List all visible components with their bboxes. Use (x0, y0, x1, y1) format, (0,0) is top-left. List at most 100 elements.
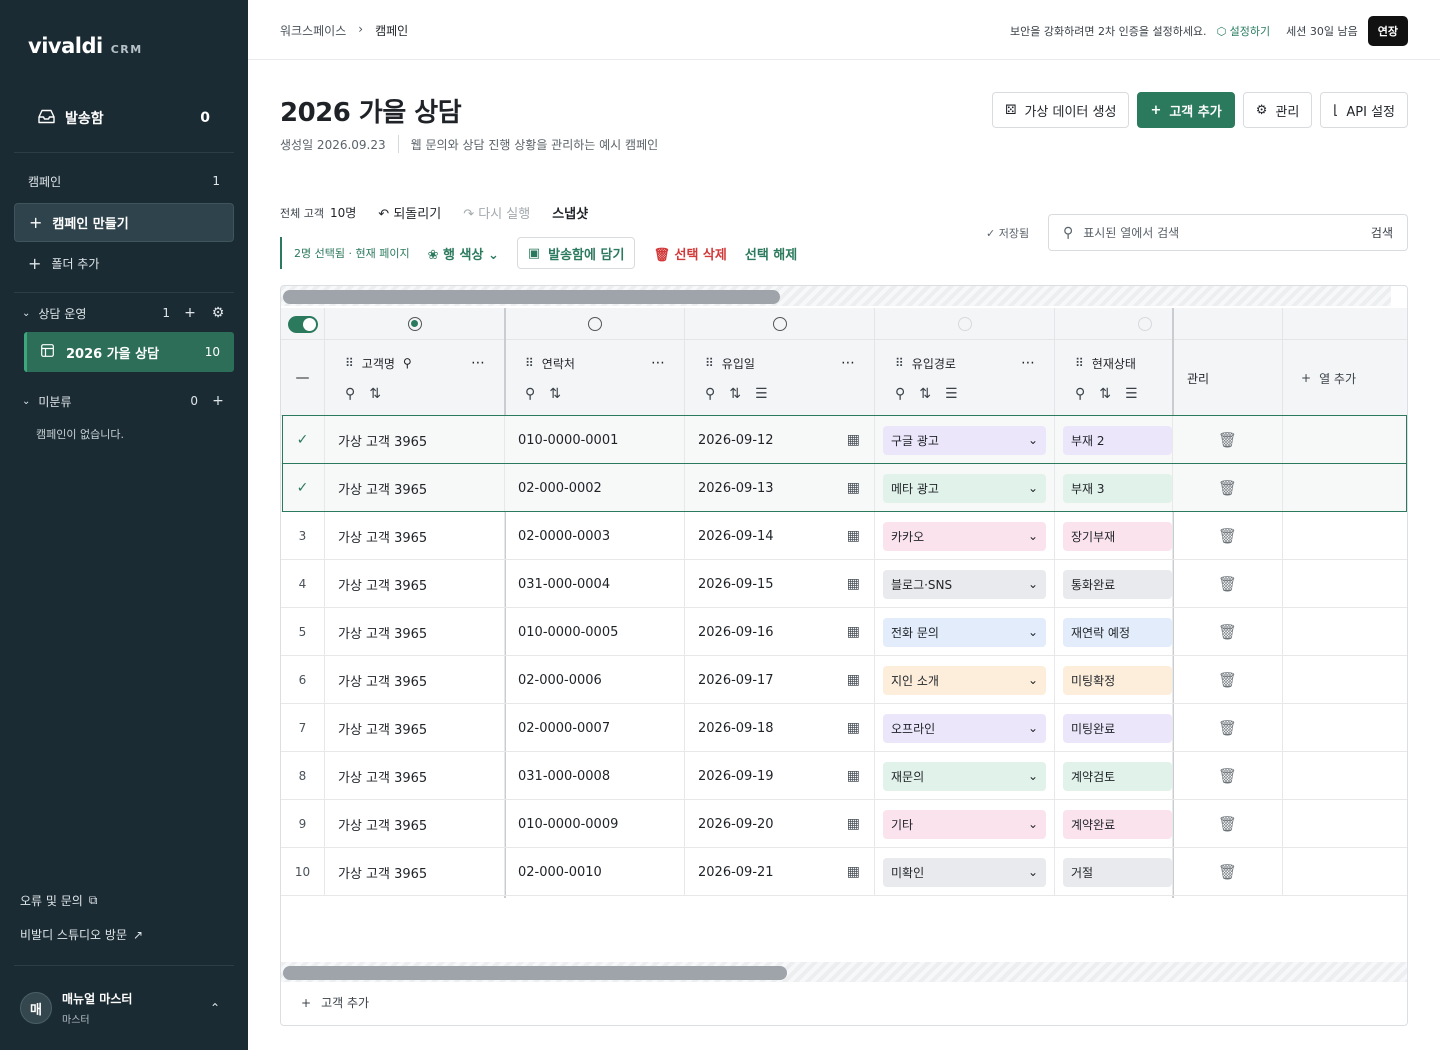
cell-name[interactable]: 가상 고객 3965 (325, 560, 505, 608)
cell-date[interactable]: 2026-09-20 ▦ (685, 800, 875, 848)
cell-phone[interactable]: 010-0000-0009 (505, 800, 685, 848)
cell-date[interactable]: 2026-09-14 ▦ (685, 512, 875, 560)
trash-icon[interactable]: 🗑 (1218, 671, 1237, 689)
cell-phone[interactable]: 02-000-0002 (505, 464, 685, 512)
cell-name[interactable]: 가상 고객 3965 (325, 608, 505, 656)
radio-button[interactable] (407, 317, 422, 331)
cell-name[interactable]: 가상 고객 3965 (325, 848, 505, 896)
cell-date[interactable]: 2026-09-19 ▦ (685, 752, 875, 800)
redo-button[interactable]: ↷ 다시 실행 (463, 203, 530, 222)
cell-source[interactable]: 미확인 ⌄ (875, 848, 1055, 896)
trash-icon[interactable]: 🗑 (1218, 623, 1237, 641)
row-index[interactable]: 4 (281, 560, 325, 608)
drag-handle-icon[interactable]: ⠿ (525, 356, 534, 370)
row-index[interactable]: 5 (281, 608, 325, 656)
calendar-icon[interactable]: ▦ (847, 624, 860, 640)
column-header-date[interactable]: ⠿ 유입일 ⋯ ⚲ ⇅ ☰ (685, 340, 875, 416)
search-icon[interactable]: ⚲ (895, 386, 905, 402)
cell-status[interactable]: 재연락 예정 (1055, 608, 1173, 656)
calendar-icon[interactable]: ▦ (847, 432, 860, 448)
drag-handle-icon[interactable]: ⠿ (1075, 356, 1084, 370)
sidebar-group-uncategorized[interactable]: ⌄ 미분류 0 + (14, 390, 234, 412)
search-icon[interactable]: ⚲ (525, 386, 535, 402)
cell-source[interactable]: 구글 광고 ⌄ (875, 416, 1055, 464)
search-input[interactable] (1083, 225, 1371, 240)
cell-name[interactable]: 가상 고객 3965 (325, 752, 505, 800)
source-select[interactable]: 미확인 ⌄ (883, 857, 1046, 887)
cell-date[interactable]: 2026-09-16 ▦ (685, 608, 875, 656)
manage-button[interactable]: ⚙ 관리 (1242, 92, 1313, 128)
view-toggle[interactable] (281, 308, 325, 340)
trash-icon[interactable]: 🗑 (1218, 431, 1237, 449)
cell-phone[interactable]: 010-0000-0005 (505, 608, 685, 656)
drag-handle-icon[interactable]: ⠿ (705, 356, 714, 370)
search-icon[interactable]: ⚲ (1075, 386, 1085, 402)
calendar-icon[interactable]: ▦ (847, 480, 860, 496)
status-select[interactable]: 통화완료 (1063, 569, 1172, 599)
delete-selected-button[interactable]: 🗑 선택 삭제 (653, 244, 726, 263)
cell-date[interactable]: 2026-09-18 ▦ (685, 704, 875, 752)
radio-button[interactable] (1137, 317, 1152, 331)
source-select[interactable]: 재문의 ⌄ (883, 761, 1046, 791)
calendar-icon[interactable]: ▦ (847, 816, 860, 832)
column-radio-name[interactable] (325, 308, 505, 340)
extend-session-button[interactable]: 연장 (1367, 16, 1408, 46)
column-header-source[interactable]: ⠿ 유입경로 ⋯ ⚲ ⇅ ☰ (875, 340, 1055, 416)
scrollbar-thumb[interactable] (283, 966, 787, 980)
filter-list-icon[interactable]: ☰ (1125, 386, 1138, 402)
row-index[interactable]: 10 (281, 848, 325, 896)
status-select[interactable]: 부재 3 (1063, 473, 1172, 503)
table-row[interactable]: 3 가상 고객 3965 02-0000-0003 2026-09-14 ▦ 카카오 ⌄ 장기… (281, 512, 1407, 560)
cell-date[interactable]: 2026-09-12 ▦ (685, 416, 875, 464)
sort-icon[interactable]: ⇅ (919, 386, 931, 402)
sort-icon[interactable]: ⇅ (1099, 386, 1111, 402)
radio-button[interactable] (587, 317, 602, 331)
source-select[interactable]: 메타 광고 ⌄ (883, 473, 1046, 503)
cell-source[interactable]: 재문의 ⌄ (875, 752, 1055, 800)
source-select[interactable]: 지인 소개 ⌄ (883, 665, 1046, 695)
plus-icon[interactable]: + (182, 305, 198, 321)
table-row[interactable]: ✓ 가상 고객 3965 010-0000-0001 2026-09-12 ▦ 구글 광고… (281, 416, 1407, 464)
filter-list-icon[interactable]: ☰ (945, 386, 958, 402)
row-index[interactable]: 3 (281, 512, 325, 560)
cell-name[interactable]: 가상 고객 3965 (325, 800, 505, 848)
column-radio-source[interactable] (875, 308, 1055, 340)
row-index[interactable]: 9 (281, 800, 325, 848)
cell-status[interactable]: 계약완료 (1055, 800, 1173, 848)
table-row[interactable]: 4 가상 고객 3965 031-000-0004 2026-09-15 ▦ 블로그·SN… (281, 560, 1407, 608)
trash-icon[interactable]: 🗑 (1218, 527, 1237, 545)
table-row[interactable]: 6 가상 고객 3965 02-000-0006 2026-09-17 ▦ 지인 소개 ⌄ 미… (281, 656, 1407, 704)
trash-icon[interactable]: 🗑 (1218, 575, 1237, 593)
cell-name[interactable]: 가상 고객 3965 (325, 416, 505, 464)
status-select[interactable]: 계약완료 (1063, 809, 1172, 839)
cell-phone[interactable]: 02-000-0006 (505, 656, 685, 704)
trash-icon[interactable]: 🗑 (1218, 815, 1237, 833)
snapshot-button[interactable]: 스냅샷 (552, 203, 588, 222)
source-select[interactable]: 블로그·SNS ⌄ (883, 569, 1046, 599)
select-all-toggle[interactable]: — (281, 340, 325, 416)
cell-name[interactable]: 가상 고객 3965 (325, 464, 505, 512)
calendar-icon[interactable]: ▦ (847, 768, 860, 784)
source-select[interactable]: 전화 문의 ⌄ (883, 617, 1046, 647)
chevron-down-icon[interactable]: ⌄ (22, 396, 30, 407)
trash-icon[interactable]: 🗑 (1218, 863, 1237, 881)
status-select[interactable]: 계약검토 (1063, 761, 1172, 791)
trash-icon[interactable]: 🗑 (1218, 767, 1237, 785)
cell-source[interactable]: 오프라인 ⌄ (875, 704, 1055, 752)
add-to-outbox-button[interactable]: ▣ 발송함에 담기 (516, 237, 636, 269)
cell-status[interactable]: 미팅확정 (1055, 656, 1173, 704)
cell-name[interactable]: 가상 고객 3965 (325, 656, 505, 704)
cell-source[interactable]: 카카오 ⌄ (875, 512, 1055, 560)
clear-selection-button[interactable]: 선택 해제 (745, 244, 797, 263)
trash-icon[interactable]: 🗑 (1218, 479, 1237, 497)
cell-phone[interactable]: 02-0000-0003 (505, 512, 685, 560)
toggle-switch[interactable] (287, 315, 318, 333)
gear-icon[interactable]: ⚙ (210, 305, 226, 321)
cell-status[interactable]: 거절 (1055, 848, 1173, 896)
check-icon[interactable]: ✓ (297, 432, 309, 448)
horizontal-scrollbar-bottom[interactable] (281, 962, 1407, 982)
sidebar-outbox[interactable]: 발송함 0 (14, 98, 234, 138)
cell-status[interactable]: 부재 3 (1055, 464, 1173, 512)
add-customer-row-button[interactable]: + 고객 추가 (301, 994, 369, 1011)
table-row[interactable]: 7 가상 고객 3965 02-0000-0007 2026-09-18 ▦ 오프라인 ⌄ 미… (281, 704, 1407, 752)
